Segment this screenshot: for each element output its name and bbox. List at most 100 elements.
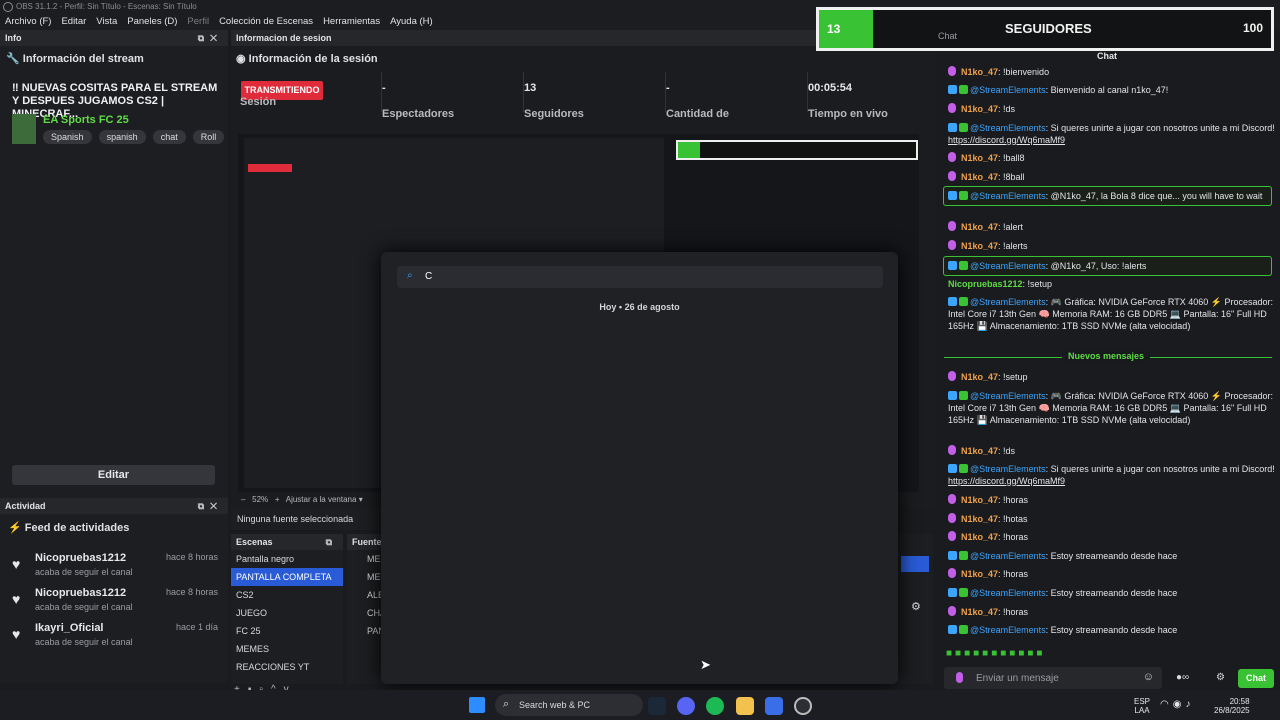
source-item[interactable]: MEM — [347, 550, 388, 568]
chat-username[interactable]: @StreamElements — [970, 123, 1046, 133]
chat-message: N1ko_47: !horas — [948, 568, 1276, 580]
clock[interactable]: 20:58 26/8/2025 — [1214, 697, 1250, 715]
verified-badge-icon — [959, 261, 968, 270]
panel-controls[interactable]: ⧉ — [326, 534, 338, 550]
chat-username[interactable]: @StreamElements — [970, 625, 1046, 635]
tag-pill[interactable]: Spanish — [43, 130, 92, 144]
chat-text: : !ds — [998, 104, 1016, 114]
chat-username[interactable]: N1ko_47 — [961, 532, 998, 542]
chat-username[interactable]: @StreamElements — [970, 391, 1046, 401]
menu-vista[interactable]: Vista — [96, 14, 117, 30]
scene-item[interactable]: JUEGO — [231, 604, 343, 622]
menu-editar[interactable]: Editar — [61, 14, 86, 30]
panel-controls[interactable]: ⧉✕ — [198, 30, 223, 46]
menu-coleccion-escenas[interactable]: Colección de Escenas — [219, 14, 313, 30]
chat-settings-gear-icon[interactable]: ⚙ — [1216, 672, 1225, 683]
chat-username[interactable]: N1ko_47 — [961, 446, 998, 456]
points-icon[interactable]: ●∞ — [1176, 672, 1189, 683]
source-item[interactable]: MET — [347, 568, 386, 586]
chat-username[interactable]: @StreamElements — [970, 191, 1046, 201]
zoom-in-button[interactable]: + — [270, 495, 284, 504]
tag-pill[interactable]: chat — [152, 130, 186, 144]
edit-button[interactable]: Editar — [12, 465, 215, 485]
chat-username[interactable]: @StreamElements — [970, 261, 1046, 271]
chat-username[interactable]: @StreamElements — [970, 588, 1046, 598]
scene-item-selected[interactable]: PANTALLA COMPLETA — [231, 568, 343, 586]
emoji-icon[interactable]: ☺ — [1143, 671, 1154, 683]
scene-item[interactable]: Pantalla negro — [231, 550, 343, 568]
preview-zoom-controls[interactable]: – 52% + Ajustar a la ventana ▾ — [241, 495, 363, 504]
source-item[interactable]: ALE — [347, 586, 384, 604]
chat-text: : !horas — [998, 495, 1029, 505]
discord-icon[interactable] — [677, 697, 695, 715]
system-tray-icons[interactable]: ◠◉♪ — [1160, 699, 1194, 710]
mic-badge-icon — [948, 531, 956, 541]
chat-username[interactable]: @StreamElements — [970, 85, 1046, 95]
taskbar-search[interactable]: ⌕ Search web & PC — [495, 694, 643, 716]
date-label: Hoy — [599, 302, 617, 312]
chat-username[interactable]: N1ko_47 — [961, 222, 998, 232]
chat-message: Nicopruebas1212: !setup — [948, 278, 1276, 290]
mic-badge-icon — [948, 240, 956, 250]
stat-amount: - Cantidad de — [666, 82, 729, 120]
source-item[interactable]: CHA — [347, 604, 386, 622]
zoom-out-button[interactable]: – — [241, 495, 250, 504]
bot-badge-icon — [948, 391, 957, 400]
discord-link[interactable]: https://discord.gg/Wq6maMf9 — [948, 135, 1065, 145]
search-input[interactable]: ⌕ C — [397, 266, 883, 288]
steam-icon[interactable] — [648, 697, 666, 715]
tag-pill[interactable]: Roll — [192, 130, 225, 144]
emote-bar[interactable]: ■■■■■■■■■■■ — [946, 648, 1136, 660]
chat-username[interactable]: N1ko_47 — [961, 241, 998, 251]
menu-perfil[interactable]: Perfil — [187, 14, 209, 30]
chat-username[interactable]: @StreamElements — [970, 551, 1046, 561]
window-title: OBS 31.1.2 - Perfil: Sin Título - Escena… — [16, 2, 197, 11]
game-name[interactable]: EA Sports FC 25 — [43, 114, 129, 126]
menu-herramientas[interactable]: Herramientas — [323, 14, 380, 30]
chat-username[interactable]: N1ko_47 — [961, 372, 998, 382]
scene-item[interactable]: MEMES — [231, 640, 343, 658]
list-item[interactable]: ♥ Nicopruebas1212 acaba de seguir el can… — [8, 587, 218, 617]
tag-pill[interactable]: spanish — [98, 130, 146, 144]
preview-followers-widget — [676, 140, 918, 160]
chat-username[interactable]: N1ko_47 — [961, 67, 998, 77]
windows-start-icon[interactable] — [469, 697, 485, 713]
list-item[interactable]: ♥ Nicopruebas1212 acaba de seguir el can… — [8, 552, 218, 582]
menu-paneles[interactable]: Paneles (D) — [127, 14, 177, 30]
chat-username[interactable]: N1ko_47 — [961, 569, 998, 579]
mic-badge-icon — [948, 568, 956, 578]
start-button[interactable] — [901, 556, 929, 572]
chat-username[interactable]: N1ko_47 — [961, 495, 998, 505]
obs-taskbar-icon[interactable] — [794, 697, 812, 715]
chat-username[interactable]: N1ko_47 — [961, 514, 998, 524]
goal-target-count: 100 — [1242, 21, 1263, 35]
list-item[interactable]: ♥ Ikayri_Oficial acaba de seguir el cana… — [8, 622, 218, 652]
menu-ayuda[interactable]: Ayuda (H) — [390, 14, 433, 30]
scene-item[interactable]: FC 25 — [231, 622, 343, 640]
send-chat-button[interactable]: Chat — [1238, 669, 1274, 688]
chat-username[interactable]: @StreamElements — [970, 464, 1046, 474]
chat-username[interactable]: @StreamElements — [970, 297, 1046, 307]
feed-heading: ⚡ Feed de actividades — [8, 521, 129, 534]
scene-item[interactable]: REACCIONES YT — [231, 658, 343, 676]
file-explorer-icon[interactable] — [736, 697, 754, 715]
language-indicator[interactable]: ESP LAA — [1134, 697, 1150, 715]
fit-window-select[interactable]: Ajustar a la ventana — [286, 495, 357, 504]
app-icon[interactable] — [765, 697, 783, 715]
heart-icon: ♥ — [12, 626, 21, 642]
spotify-icon[interactable] — [706, 697, 724, 715]
scene-item[interactable]: CS2 — [231, 586, 343, 604]
chat-username[interactable]: N1ko_47 — [961, 153, 998, 163]
chat-username[interactable]: Nicopruebas1212 — [948, 279, 1023, 289]
settings-gear-icon[interactable]: ⚙ — [911, 600, 921, 613]
chat-message: @StreamElements: Si queres unirte a juga… — [948, 463, 1276, 487]
chat-input[interactable]: Enviar un mensaje ☺ — [944, 667, 1162, 689]
search-icon: ⌕ — [407, 270, 413, 281]
panel-controls[interactable]: ⧉✕ — [198, 498, 223, 514]
menu-archivo[interactable]: Archivo (F) — [5, 14, 51, 30]
discord-link[interactable]: https://discord.gg/Wq6maMf9 — [948, 476, 1065, 486]
source-item[interactable]: PAN — [347, 622, 385, 640]
chat-username[interactable]: N1ko_47 — [961, 104, 998, 114]
chat-username[interactable]: N1ko_47 — [961, 172, 998, 182]
chat-username[interactable]: N1ko_47 — [961, 607, 998, 617]
